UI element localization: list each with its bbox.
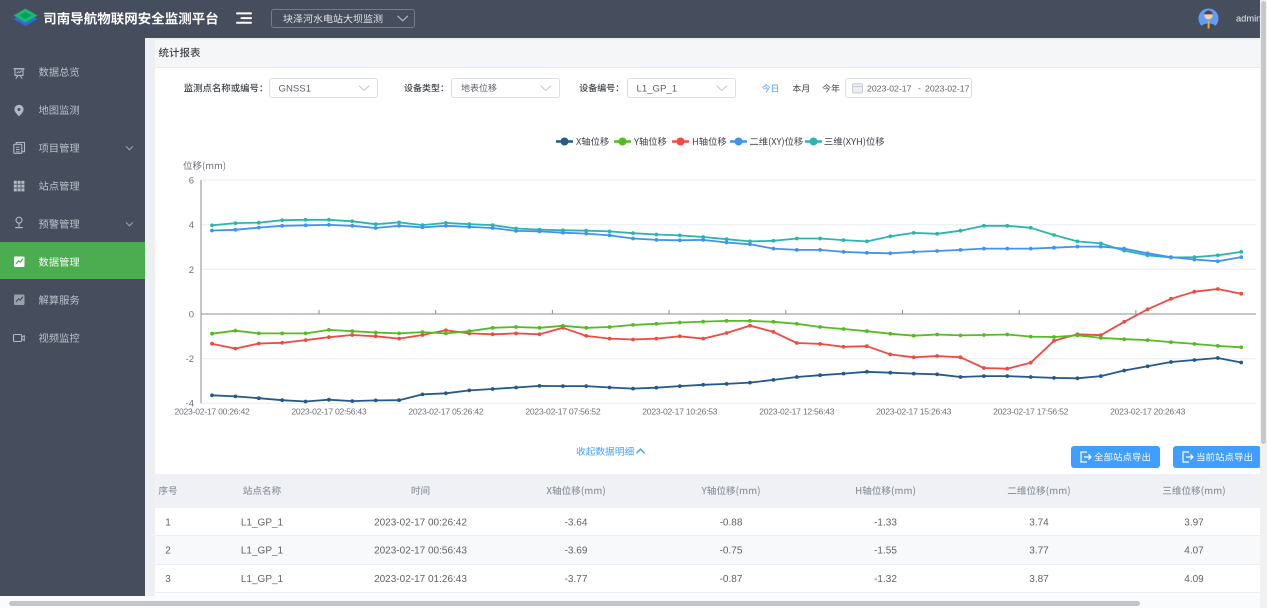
- svg-text:L1_GP_1: L1_GP_1: [241, 517, 284, 528]
- svg-text:L1_GP_1: L1_GP_1: [241, 546, 284, 557]
- svg-text:-: -: [918, 83, 921, 93]
- svg-text:2023-02-17 12:56:43: 2023-02-17 12:56:43: [759, 406, 835, 416]
- svg-text:-0.87: -0.87: [720, 574, 743, 585]
- svg-text:4: 4: [189, 220, 194, 231]
- svg-text:2023-02-17 05:26:42: 2023-02-17 05:26:42: [408, 406, 484, 416]
- svg-text:4.09: 4.09: [1184, 574, 1204, 585]
- svg-text:6: 6: [189, 175, 194, 186]
- svg-text:-1.33: -1.33: [874, 517, 897, 528]
- svg-text:2023-02-17 07:56:52: 2023-02-17 07:56:52: [525, 406, 601, 416]
- svg-text:-2: -2: [186, 354, 194, 365]
- svg-text:4.07: 4.07: [1184, 546, 1204, 557]
- svg-text:-3.69: -3.69: [565, 546, 588, 557]
- svg-text:3.74: 3.74: [1029, 517, 1049, 528]
- svg-text:2023-02-17: 2023-02-17: [867, 83, 912, 93]
- svg-text:3.97: 3.97: [1184, 517, 1204, 528]
- svg-text:-0.88: -0.88: [720, 517, 743, 528]
- svg-text:2023-02-17 20:26:43: 2023-02-17 20:26:43: [1110, 406, 1186, 416]
- svg-text:-1.32: -1.32: [874, 574, 897, 585]
- svg-text:2023-02-17 00:26:42: 2023-02-17 00:26:42: [174, 406, 250, 416]
- svg-text:3.87: 3.87: [1029, 574, 1049, 585]
- svg-text:2023-02-17: 2023-02-17: [925, 83, 970, 93]
- svg-text:-1.55: -1.55: [874, 546, 897, 557]
- svg-text:2: 2: [165, 546, 171, 557]
- svg-text:2023-02-17 00:26:42: 2023-02-17 00:26:42: [374, 517, 467, 528]
- svg-text:2023-02-17 00:56:43: 2023-02-17 00:56:43: [374, 546, 467, 557]
- svg-text:2023-02-17 01:26:43: 2023-02-17 01:26:43: [374, 574, 467, 585]
- svg-text:2: 2: [189, 265, 194, 276]
- svg-text:2023-02-17 02:56:43: 2023-02-17 02:56:43: [291, 406, 367, 416]
- svg-text:L1_GP_1: L1_GP_1: [241, 574, 284, 585]
- svg-text:1: 1: [165, 517, 171, 528]
- svg-text:2023-02-17 15:26:43: 2023-02-17 15:26:43: [876, 406, 952, 416]
- svg-text:-3.64: -3.64: [565, 517, 588, 528]
- svg-text:0: 0: [189, 309, 194, 320]
- svg-text:GNSS1: GNSS1: [279, 83, 312, 94]
- svg-text:-3.77: -3.77: [565, 574, 588, 585]
- svg-text:-0.75: -0.75: [720, 546, 743, 557]
- svg-text:2023-02-17 10:26:53: 2023-02-17 10:26:53: [642, 406, 718, 416]
- svg-text:L1_GP_1: L1_GP_1: [637, 83, 678, 94]
- svg-text:3: 3: [165, 574, 171, 585]
- svg-text:2023-02-17 17:56:52: 2023-02-17 17:56:52: [993, 406, 1069, 416]
- svg-text:3.77: 3.77: [1029, 546, 1049, 557]
- svg-text:admin: admin: [1236, 14, 1261, 24]
